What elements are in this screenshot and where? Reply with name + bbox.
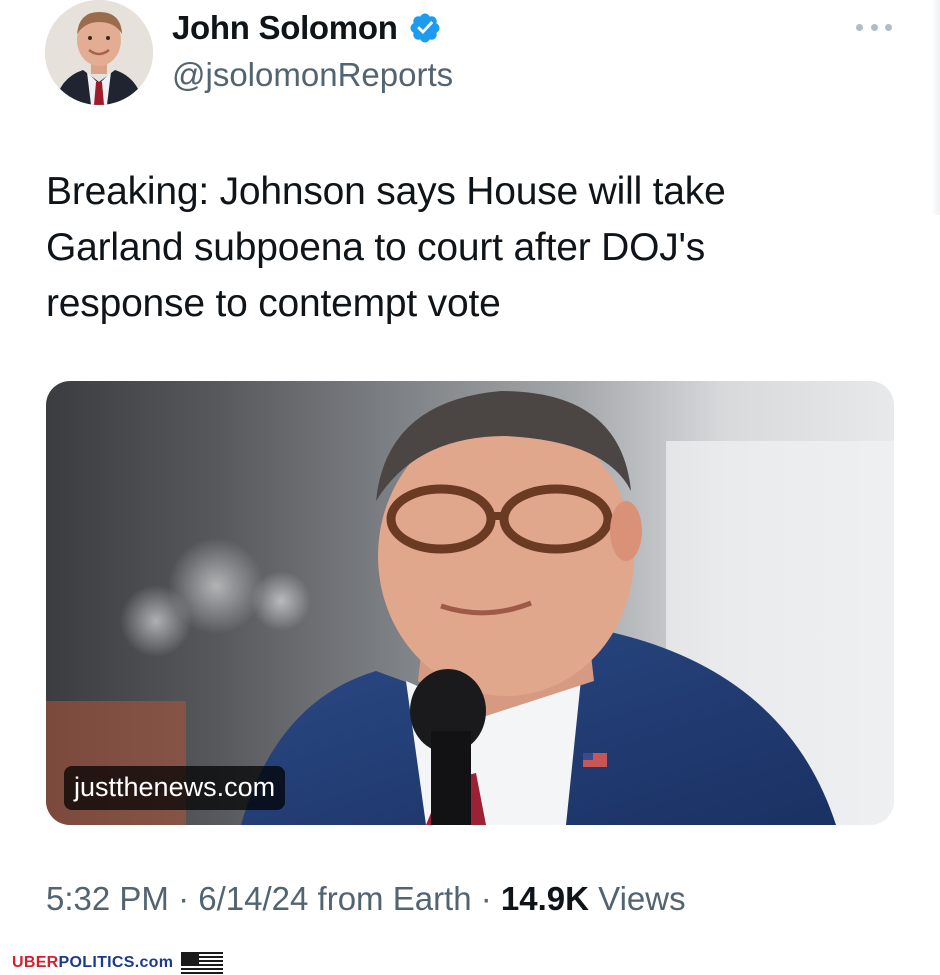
tweet-screenshot: John Solomon @jsolomonReports Breaking: …	[0, 0, 940, 975]
more-options-icon[interactable]	[856, 18, 892, 36]
views-label[interactable]: Views	[598, 880, 685, 917]
site-watermark: UBERPOLITICS.com	[12, 952, 224, 974]
avatar-portrait	[45, 0, 153, 105]
media-photo	[46, 391, 894, 825]
author-handle[interactable]: @jsolomonReports	[172, 56, 453, 94]
verified-badge-icon	[410, 13, 440, 43]
tweet-media-card[interactable]: justthenews.com	[46, 381, 894, 825]
meta-separator: ·	[178, 880, 190, 917]
flag-icon	[181, 952, 224, 974]
views-count[interactable]: 14.9K	[501, 880, 589, 917]
tweet-text: Breaking: Johnson says House will take G…	[46, 170, 726, 325]
tweet-date[interactable]: 6/14/24	[198, 880, 308, 917]
edge-shadow	[932, 0, 940, 215]
meta-separator: ·	[480, 880, 492, 917]
author-avatar[interactable]	[45, 0, 153, 105]
tweet-time[interactable]: 5:32 PM	[46, 880, 169, 917]
author-name-row[interactable]: John Solomon	[172, 8, 442, 48]
tweet-origin: from Earth	[317, 880, 472, 917]
author-display-name[interactable]: John Solomon	[172, 9, 398, 47]
media-source-label[interactable]: justthenews.com	[64, 766, 286, 810]
tweet-meta: 5:32 PM · 6/14/24 from Earth · 14.9K Vie…	[46, 880, 686, 918]
watermark-text: UBERPOLITICS.com	[12, 954, 174, 971]
